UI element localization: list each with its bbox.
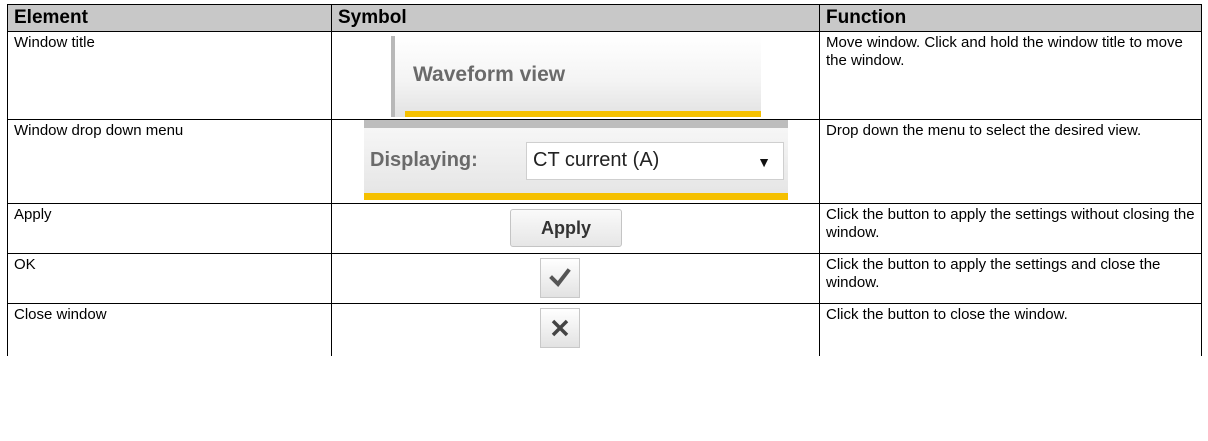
element-cell: Window drop down menu [7, 119, 332, 204]
element-cell: Close window [7, 303, 332, 356]
element-cell: OK [7, 253, 332, 304]
function-cell: Click the button to apply the settings a… [819, 253, 1202, 304]
window-title-sample: Waveform view [391, 36, 761, 117]
dropdown-sample: Displaying: CT current (A) ▼ [364, 120, 788, 200]
header-element: Element [7, 4, 332, 32]
symbol-cell [331, 303, 820, 356]
symbol-cell: Apply [331, 203, 820, 254]
table-row: Window title Waveform view Move window. … [7, 31, 1202, 120]
function-cell: Move window. Click and hold the window t… [819, 31, 1202, 120]
accent-bar [405, 111, 761, 117]
table-header-row: Element Symbol Function [7, 4, 1202, 32]
header-function: Function [819, 4, 1202, 32]
header-symbol: Symbol [331, 4, 820, 32]
function-cell: Click the button to apply the settings w… [819, 203, 1202, 254]
close-window-button[interactable] [540, 308, 580, 348]
view-select[interactable]: CT current (A) ▼ [526, 142, 784, 180]
element-cell: Apply [7, 203, 332, 254]
view-select-value: CT current (A) [533, 149, 660, 171]
chevron-down-icon: ▼ [757, 154, 771, 170]
symbol-cell: Displaying: CT current (A) ▼ [331, 119, 820, 204]
symbol-cell [331, 253, 820, 304]
checkmark-icon [549, 268, 571, 288]
table-row: Window drop down menu Displaying: CT cur… [7, 119, 1202, 204]
table-row: Apply Apply Click the button to apply th… [7, 203, 1202, 254]
close-icon [551, 319, 569, 337]
accent-bar [364, 193, 788, 200]
table-row: OK Click the button to apply the setting… [7, 253, 1202, 304]
symbol-cell: Waveform view [331, 31, 820, 120]
element-reference-table: Element Symbol Function Window title Wav… [7, 4, 1202, 356]
table-row: Close window Click the button to close t… [7, 303, 1202, 356]
element-cell: Window title [7, 31, 332, 120]
function-cell: Click the button to close the window. [819, 303, 1202, 356]
window-title-text: Waveform view [413, 63, 566, 86]
function-cell: Drop down the menu to select the desired… [819, 119, 1202, 204]
displaying-label: Displaying: [370, 149, 478, 171]
apply-button[interactable]: Apply [510, 209, 622, 247]
ok-button[interactable] [540, 258, 580, 298]
